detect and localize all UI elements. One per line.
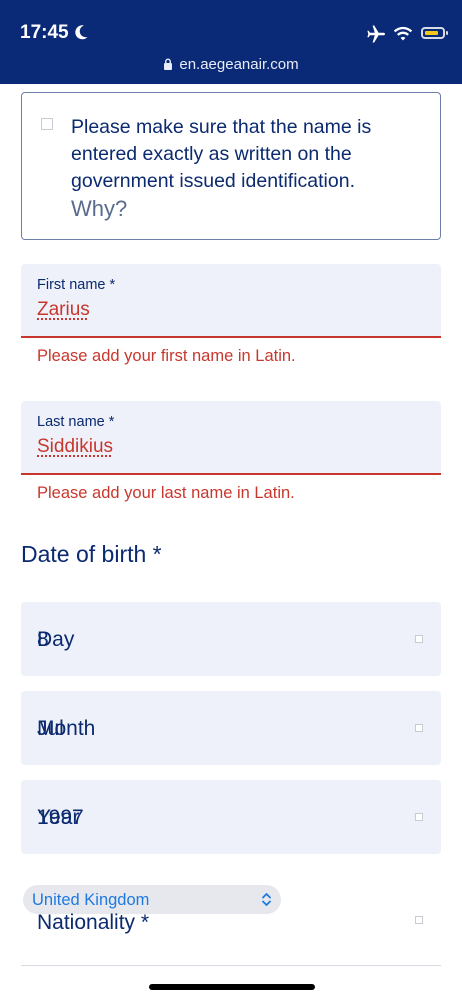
last-name-input[interactable]: Siddikius bbox=[37, 436, 113, 458]
first-name-label: First name * bbox=[37, 277, 116, 293]
date-of-birth-title: Date of birth * bbox=[21, 541, 162, 567]
month-value: Jul bbox=[37, 717, 64, 740]
last-name-label: Last name * bbox=[37, 414, 115, 430]
year-select[interactable]: Year 1997 bbox=[21, 780, 441, 854]
notice-text: Please make sure that the name is entere… bbox=[71, 116, 372, 192]
nationality-label: Nationality * bbox=[37, 911, 150, 934]
nationality-field: United Kingdom Nationality * bbox=[21, 880, 441, 966]
first-name-field[interactable]: First name * Zarius bbox=[21, 264, 441, 338]
day-value: 8 bbox=[37, 628, 49, 651]
first-name-error: Please add your first name in Latin. bbox=[37, 347, 296, 365]
moon-icon bbox=[75, 25, 88, 40]
airplane-icon bbox=[367, 25, 385, 43]
updown-chevron-icon bbox=[262, 893, 271, 906]
day-dropdown-icon bbox=[415, 635, 423, 643]
first-name-input[interactable]: Zarius bbox=[37, 299, 90, 321]
notice-checkbox[interactable] bbox=[41, 118, 53, 130]
address-bar[interactable]: en.aegeanair.com bbox=[0, 56, 462, 73]
month-select[interactable]: Month Jul bbox=[21, 691, 441, 765]
home-indicator[interactable] bbox=[149, 984, 315, 990]
status-bar: 17:45 en.aegeanair.com bbox=[0, 0, 462, 84]
year-value: 1997 bbox=[37, 806, 84, 829]
day-select[interactable]: Day 8 bbox=[21, 602, 441, 676]
url-text: en.aegeanair.com bbox=[179, 56, 299, 73]
nationality-select[interactable]: United Kingdom bbox=[23, 885, 281, 914]
nationality-dropdown-icon bbox=[415, 916, 423, 924]
lock-icon bbox=[164, 58, 173, 70]
last-name-error: Please add your last name in Latin. bbox=[37, 484, 295, 502]
month-dropdown-icon bbox=[415, 724, 423, 732]
year-dropdown-icon bbox=[415, 813, 423, 821]
status-time: 17:45 bbox=[20, 22, 69, 43]
name-notice-box: Please make sure that the name is entere… bbox=[21, 92, 441, 240]
battery-icon bbox=[421, 27, 448, 39]
nationality-value: United Kingdom bbox=[32, 891, 150, 909]
last-name-field[interactable]: Last name * Siddikius bbox=[21, 401, 441, 475]
wifi-icon bbox=[393, 26, 413, 41]
why-link[interactable]: Why? bbox=[71, 196, 127, 222]
